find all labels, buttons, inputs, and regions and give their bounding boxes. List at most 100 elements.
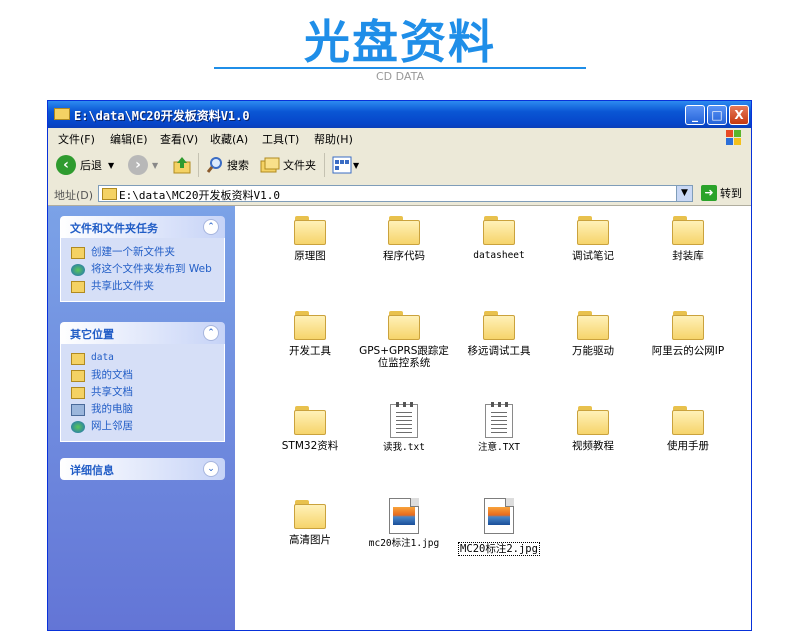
place-label: 共享文档 bbox=[91, 386, 133, 398]
folder-item[interactable]: 移远调试工具 bbox=[454, 309, 544, 357]
views-button[interactable]: ▼ bbox=[332, 154, 359, 176]
menu-help[interactable]: 帮助(H) bbox=[314, 131, 353, 147]
file-item[interactable]: MC20标注2.jpg bbox=[454, 498, 544, 556]
close-button[interactable]: X bbox=[729, 105, 749, 125]
maximize-button[interactable]: □ bbox=[707, 105, 727, 125]
file-name: GPS+GPRS跟踪定位监控系统 bbox=[359, 345, 449, 369]
place-my-computer[interactable]: 我的电脑 bbox=[61, 401, 224, 418]
folder-icon bbox=[387, 214, 421, 246]
go-button[interactable]: ➜ 转到 bbox=[701, 185, 742, 201]
folder-item[interactable]: GPS+GPRS跟踪定位监控系统 bbox=[359, 309, 449, 369]
folder-item[interactable]: 阿里云的公网IP bbox=[643, 309, 733, 357]
views-dropdown-icon: ▼ bbox=[353, 160, 360, 170]
file-name: STM32资料 bbox=[281, 440, 339, 452]
back-dropdown-icon[interactable]: ▼ bbox=[108, 161, 114, 170]
folder-item[interactable]: 调试笔记 bbox=[548, 214, 638, 262]
go-label: 转到 bbox=[720, 187, 742, 200]
forward-dropdown-icon[interactable]: ▼ bbox=[152, 161, 158, 170]
details-panel-header[interactable]: 详细信息 ⌄ bbox=[60, 458, 225, 480]
toolbar-separator bbox=[324, 153, 325, 177]
menu-favorites[interactable]: 收藏(A) bbox=[210, 131, 248, 147]
views-icon bbox=[332, 156, 352, 174]
file-name: mc20标注1.jpg bbox=[368, 538, 440, 549]
file-name: 阿里云的公网IP bbox=[651, 345, 725, 357]
file-name: 移远调试工具 bbox=[467, 345, 531, 357]
file-name: 开发工具 bbox=[289, 345, 331, 357]
chevron-up-icon[interactable]: ⌃ bbox=[203, 219, 219, 235]
file-item[interactable]: 读我.txt bbox=[359, 402, 449, 454]
place-label: 网上邻居 bbox=[91, 420, 133, 432]
address-input[interactable]: E:\data\MC20开发板资料V1.0 ▼ bbox=[98, 185, 693, 202]
place-shared-documents[interactable]: 共享文档 bbox=[61, 384, 224, 401]
file-item[interactable]: 注意.TXT bbox=[454, 402, 544, 454]
chevron-up-icon[interactable]: ⌃ bbox=[203, 325, 219, 341]
minimize-button[interactable]: _ bbox=[685, 105, 705, 125]
tasks-panel-header[interactable]: 文件和文件夹任务 ⌃ bbox=[60, 216, 225, 238]
task-share-folder[interactable]: 共享此文件夹 bbox=[61, 278, 224, 295]
folders-icon bbox=[260, 157, 280, 173]
folder-item[interactable]: 原理图 bbox=[265, 214, 355, 262]
tasks-panel: 文件和文件夹任务 ⌃ 创建一个新文件夹 将这个文件夹发布到 Web 共享此文件夹 bbox=[60, 216, 225, 302]
forward-button[interactable]: › ▼ bbox=[128, 154, 158, 176]
file-name: 程序代码 bbox=[383, 250, 425, 262]
task-publish-web[interactable]: 将这个文件夹发布到 Web bbox=[61, 261, 224, 278]
menu-view[interactable]: 查看(V) bbox=[160, 131, 198, 147]
globe-icon bbox=[71, 264, 85, 276]
folder-item[interactable]: 开发工具 bbox=[265, 309, 355, 357]
task-pane: 文件和文件夹任务 ⌃ 创建一个新文件夹 将这个文件夹发布到 Web 共享此文件夹 bbox=[48, 206, 235, 630]
up-folder-icon bbox=[173, 157, 191, 174]
folder-icon bbox=[71, 353, 85, 365]
folder-item[interactable]: 封装库 bbox=[643, 214, 733, 262]
network-icon bbox=[71, 421, 85, 433]
file-name: 万能驱动 bbox=[572, 345, 614, 357]
task-label: 将这个文件夹发布到 Web bbox=[91, 263, 212, 275]
address-bar: 地址(D) E:\data\MC20开发板资料V1.0 ▼ ➜ 转到 bbox=[48, 183, 751, 206]
share-folder-icon bbox=[71, 281, 85, 293]
text-file-icon bbox=[390, 402, 418, 438]
back-button[interactable]: ‹ 后退 ▼ bbox=[56, 154, 114, 176]
folder-icon bbox=[293, 309, 327, 341]
place-data[interactable]: data bbox=[61, 350, 224, 367]
task-new-folder[interactable]: 创建一个新文件夹 bbox=[61, 244, 224, 261]
folder-icon bbox=[482, 214, 516, 246]
up-button[interactable] bbox=[172, 154, 192, 176]
folder-item[interactable]: 程序代码 bbox=[359, 214, 449, 262]
file-name: 视频教程 bbox=[572, 440, 614, 452]
title-bar[interactable]: E:\data\MC20开发板资料V1.0 _ □ X bbox=[48, 101, 751, 128]
back-label: 后退 bbox=[80, 159, 102, 172]
folder-icon bbox=[387, 309, 421, 341]
place-my-documents[interactable]: 我的文档 bbox=[61, 367, 224, 384]
folder-item[interactable]: datasheet bbox=[454, 214, 544, 262]
address-value: E:\data\MC20开发板资料V1.0 bbox=[119, 189, 280, 202]
page-header-title: 光盘资料 bbox=[304, 15, 496, 69]
chevron-down-icon[interactable]: ⌄ bbox=[203, 461, 219, 477]
file-item[interactable]: mc20标注1.jpg bbox=[359, 498, 449, 550]
windows-logo-icon bbox=[726, 130, 741, 145]
chevron-down-icon[interactable]: ▼ bbox=[676, 186, 692, 201]
page-header-subtitle: CD DATA bbox=[376, 70, 424, 83]
folder-icon bbox=[54, 108, 70, 120]
folder-item[interactable]: 高清图片 bbox=[265, 498, 355, 546]
tasks-panel-body: 创建一个新文件夹 将这个文件夹发布到 Web 共享此文件夹 bbox=[60, 238, 225, 302]
address-label: 地址(D) bbox=[54, 189, 94, 202]
task-label: 共享此文件夹 bbox=[91, 280, 154, 292]
folder-icon bbox=[293, 498, 327, 530]
folders-button[interactable]: 文件夹 bbox=[260, 154, 316, 176]
image-file-icon bbox=[389, 498, 419, 534]
folder-item[interactable]: 万能驱动 bbox=[548, 309, 638, 357]
file-name: 调试笔记 bbox=[572, 250, 614, 262]
places-panel-header[interactable]: 其它位置 ⌃ bbox=[60, 322, 225, 344]
shared-documents-icon bbox=[71, 387, 85, 399]
menu-tools[interactable]: 工具(T) bbox=[262, 131, 299, 147]
menu-edit[interactable]: 编辑(E) bbox=[110, 131, 148, 147]
menu-file[interactable]: 文件(F) bbox=[58, 131, 95, 147]
place-network[interactable]: 网上邻居 bbox=[61, 418, 224, 435]
file-name: MC20标注2.jpg bbox=[458, 542, 540, 556]
folder-item[interactable]: 使用手册 bbox=[643, 404, 733, 452]
folder-item[interactable]: STM32资料 bbox=[265, 404, 355, 452]
folder-icon bbox=[671, 404, 705, 436]
search-button[interactable]: 搜索 bbox=[206, 154, 249, 176]
forward-arrow-icon: › bbox=[128, 155, 148, 175]
folder-item[interactable]: 视频教程 bbox=[548, 404, 638, 452]
tasks-panel-title: 文件和文件夹任务 bbox=[70, 222, 158, 235]
